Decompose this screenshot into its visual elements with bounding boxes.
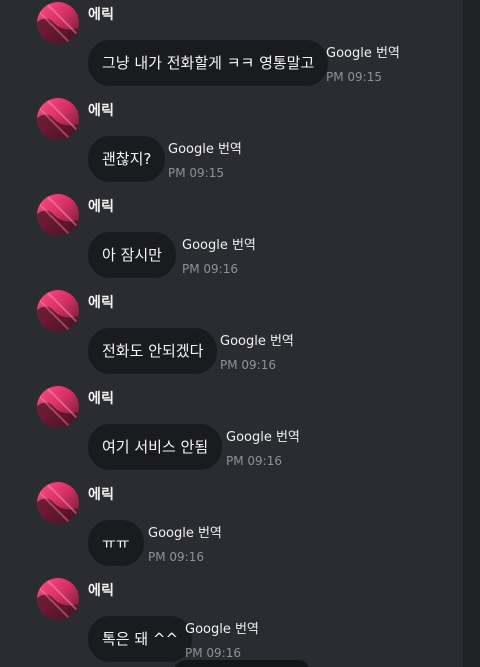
avatar-photo-icon	[37, 290, 79, 332]
message-bubble[interactable]: 톡은 돼 ^^	[88, 616, 193, 662]
sender-name: 에릭	[88, 295, 115, 311]
avatar[interactable]	[37, 2, 79, 44]
avatar[interactable]	[37, 194, 79, 236]
message-bubble[interactable]: 전화도 안되겠다	[88, 328, 218, 374]
message-bubble[interactable]: 아 잠시만	[88, 232, 176, 278]
sender-name: 에릭	[88, 7, 115, 23]
avatar-photo-icon	[37, 482, 79, 524]
avatar[interactable]	[37, 290, 79, 332]
message-bubble[interactable]: 괜찮지?	[88, 136, 166, 182]
message-timestamp: PM 09:15	[168, 166, 224, 180]
message-timestamp: PM 09:16	[182, 262, 238, 276]
message-bubble[interactable]: 여기 서비스 안됨	[88, 424, 223, 470]
avatar[interactable]	[37, 98, 79, 140]
avatar-photo-icon	[37, 2, 79, 44]
avatar-photo-icon	[37, 578, 79, 620]
chat-window: 에릭 그냥 내가 전화할게 ㅋㅋ 영통말고 Google 번역 PM 09:15…	[0, 0, 480, 667]
avatar[interactable]	[37, 482, 79, 524]
message-bubble[interactable]: 그냥 내가 전화할게 ㅋㅋ 영통말고	[88, 40, 329, 86]
next-message-bubble[interactable]	[174, 660, 310, 667]
google-translate-link[interactable]: Google 번역	[168, 138, 242, 157]
message-row: 에릭 ㅠㅠ Google 번역 PM 09:16	[0, 480, 463, 576]
message-row: 에릭 전화도 안되겠다 Google 번역 PM 09:16	[0, 288, 463, 384]
google-translate-link[interactable]: Google 번역	[226, 426, 300, 445]
google-translate-link[interactable]: Google 번역	[182, 234, 256, 253]
sender-name: 에릭	[88, 487, 115, 503]
avatar[interactable]	[37, 578, 79, 620]
message-row: 에릭 그냥 내가 전화할게 ㅋㅋ 영통말고 Google 번역 PM 09:15	[0, 0, 463, 96]
message-row: 에릭 아 잠시만 Google 번역 PM 09:16	[0, 192, 463, 288]
avatar[interactable]	[37, 386, 79, 428]
google-translate-link[interactable]: Google 번역	[148, 522, 222, 541]
message-timestamp: PM 09:16	[226, 454, 282, 468]
sender-name: 에릭	[88, 199, 115, 215]
google-translate-link[interactable]: Google 번역	[326, 42, 400, 61]
message-row: 에릭 여기 서비스 안됨 Google 번역 PM 09:16	[0, 384, 463, 480]
google-translate-link[interactable]: Google 번역	[185, 618, 259, 637]
message-row: 에릭 톡은 돼 ^^ Google 번역 PM 09:16	[0, 576, 463, 667]
message-timestamp: PM 09:15	[326, 70, 382, 84]
message-timestamp: PM 09:16	[220, 358, 276, 372]
sender-name: 에릭	[88, 583, 115, 599]
scrollbar-track[interactable]	[463, 0, 480, 667]
message-timestamp: PM 09:16	[185, 646, 241, 660]
avatar-photo-icon	[37, 194, 79, 236]
message-row: 에릭 괜찮지? Google 번역 PM 09:15	[0, 96, 463, 192]
google-translate-link[interactable]: Google 번역	[220, 330, 294, 349]
message-timestamp: PM 09:16	[148, 550, 204, 564]
message-bubble[interactable]: ㅠㅠ	[88, 520, 144, 566]
sender-name: 에릭	[88, 103, 115, 119]
avatar-photo-icon	[37, 386, 79, 428]
sender-name: 에릭	[88, 391, 115, 407]
avatar-photo-icon	[37, 98, 79, 140]
